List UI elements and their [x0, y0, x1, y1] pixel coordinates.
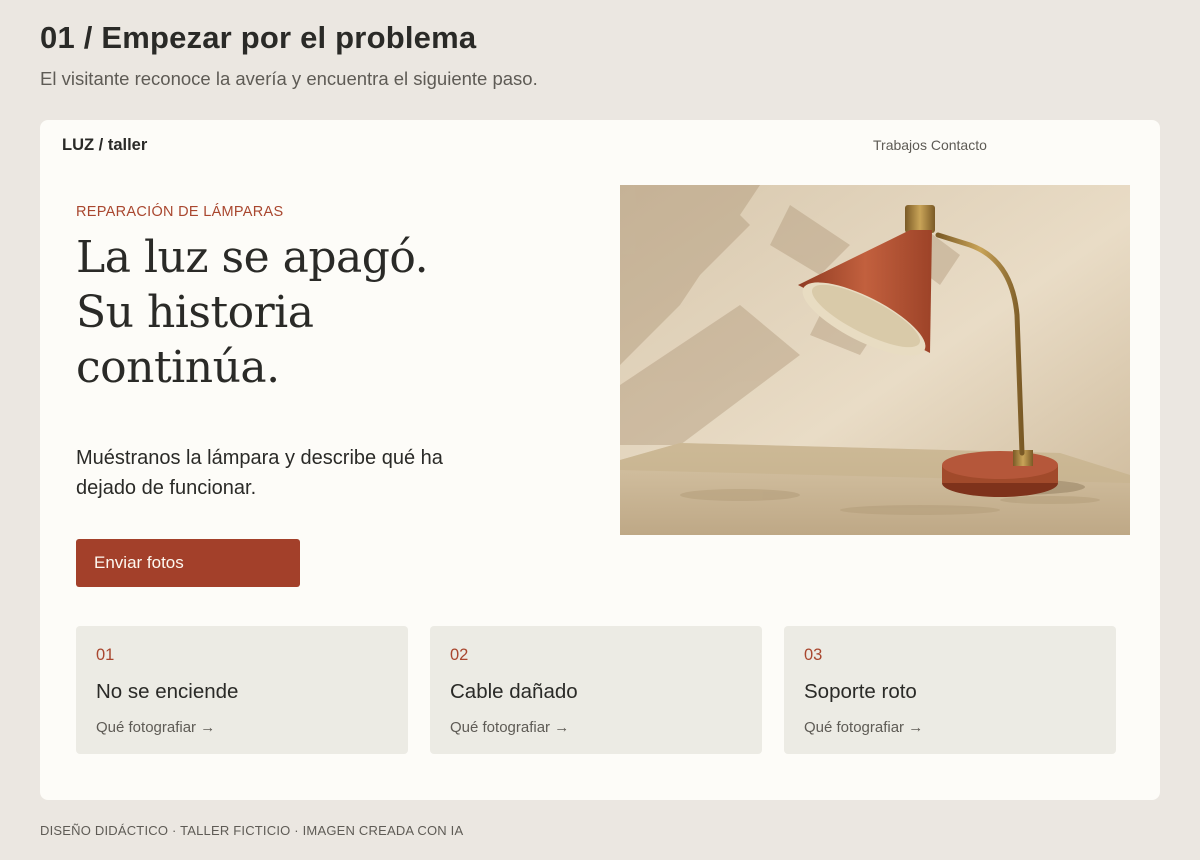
send-photos-button[interactable]: Enviar fotos: [76, 539, 300, 587]
card-number: 02: [450, 646, 469, 664]
card-title: Soporte roto: [804, 680, 917, 703]
problem-card-cable-danado[interactable]: 02 Cable dañado Qué fotografiar →: [430, 626, 762, 754]
site-nav: Trabajos Contacto: [873, 137, 987, 153]
page-title: 01 / Empezar por el problema: [40, 20, 477, 55]
nav-link-contacto[interactable]: Contacto: [931, 137, 987, 153]
hero-headline-line-3: continúa.: [76, 342, 280, 393]
card-number: 01: [96, 646, 115, 664]
card-link[interactable]: Qué fotografiar →: [96, 719, 215, 736]
problem-card-soporte-roto[interactable]: 03 Soporte roto Qué fotografiar →: [784, 626, 1116, 754]
card-title: No se enciende: [96, 680, 239, 703]
hero-eyebrow: REPARACIÓN DE LÁMPARAS: [76, 204, 284, 220]
nav-link-trabajos[interactable]: Trabajos: [873, 137, 927, 153]
hero-headline-line-2: Su historia: [76, 287, 314, 338]
card-number: 03: [804, 646, 823, 664]
hero-lede: Muéstranos la lámpara y describe qué ha …: [76, 447, 443, 499]
site-brand[interactable]: LUZ / taller: [62, 136, 147, 155]
site-mockup: LUZ / taller Trabajos Contacto REPARACIÓ…: [40, 120, 1160, 800]
card-link[interactable]: Qué fotografiar →: [804, 719, 923, 736]
hero-image: [620, 185, 1130, 535]
problem-cards: 01 No se enciende Qué fotografiar → 02 C…: [76, 626, 1116, 754]
hero-headline-line-1: La luz se apagó.: [76, 232, 429, 283]
page-subtitle: El visitante reconoce la avería y encuen…: [40, 68, 538, 89]
desk-lamp-photo-icon: [620, 185, 1130, 535]
card-title: Cable dañado: [450, 680, 578, 703]
problem-card-no-enciende[interactable]: 01 No se enciende Qué fotografiar →: [76, 626, 408, 754]
footer-note: DISEÑO DIDÁCTICO · TALLER FICTICIO · IMA…: [40, 823, 464, 838]
hero-headline: La luz se apagó. Su historia continúa.: [76, 230, 496, 395]
card-link[interactable]: Qué fotografiar →: [450, 719, 569, 736]
